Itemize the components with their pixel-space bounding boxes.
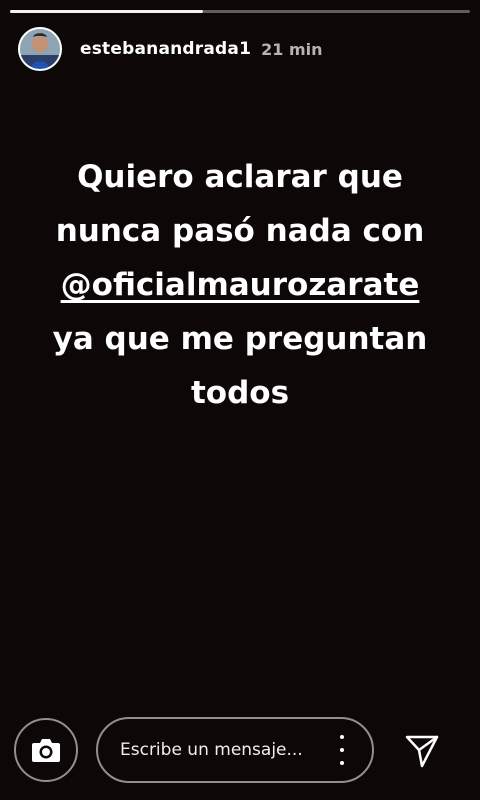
- story-line-2: nunca pasó nada con: [55, 213, 425, 249]
- username[interactable]: estebanandrada1: [80, 39, 251, 59]
- camera-icon: [32, 739, 60, 762]
- story-line-5: todos: [190, 375, 290, 411]
- message-input[interactable]: Escribe un mensaje...: [96, 717, 374, 783]
- story-line-4: ya que me preguntan: [52, 321, 428, 357]
- story-mention-link[interactable]: @oficialmaurozarate: [18, 258, 462, 312]
- camera-button[interactable]: [14, 718, 78, 782]
- story-line-1: Quiero aclarar que: [77, 159, 403, 195]
- story-viewer: estebanandrada1 21 min Quiero aclarar qu…: [0, 0, 480, 800]
- message-placeholder: Escribe un mensaje...: [120, 740, 303, 760]
- reply-bar: Escribe un mensaje...: [0, 700, 480, 800]
- profile-photo-icon[interactable]: [18, 27, 62, 71]
- more-vertical-icon[interactable]: [332, 735, 352, 765]
- send-icon: [405, 735, 439, 768]
- story-progress-fill: [10, 10, 204, 13]
- send-button[interactable]: [400, 728, 444, 772]
- story-timestamp: 21 min: [261, 39, 323, 59]
- story-progress-bar: [10, 10, 470, 13]
- story-text: Quiero aclarar que nunca pasó nada con @…: [18, 150, 462, 420]
- story-header: estebanandrada1 21 min: [18, 26, 462, 72]
